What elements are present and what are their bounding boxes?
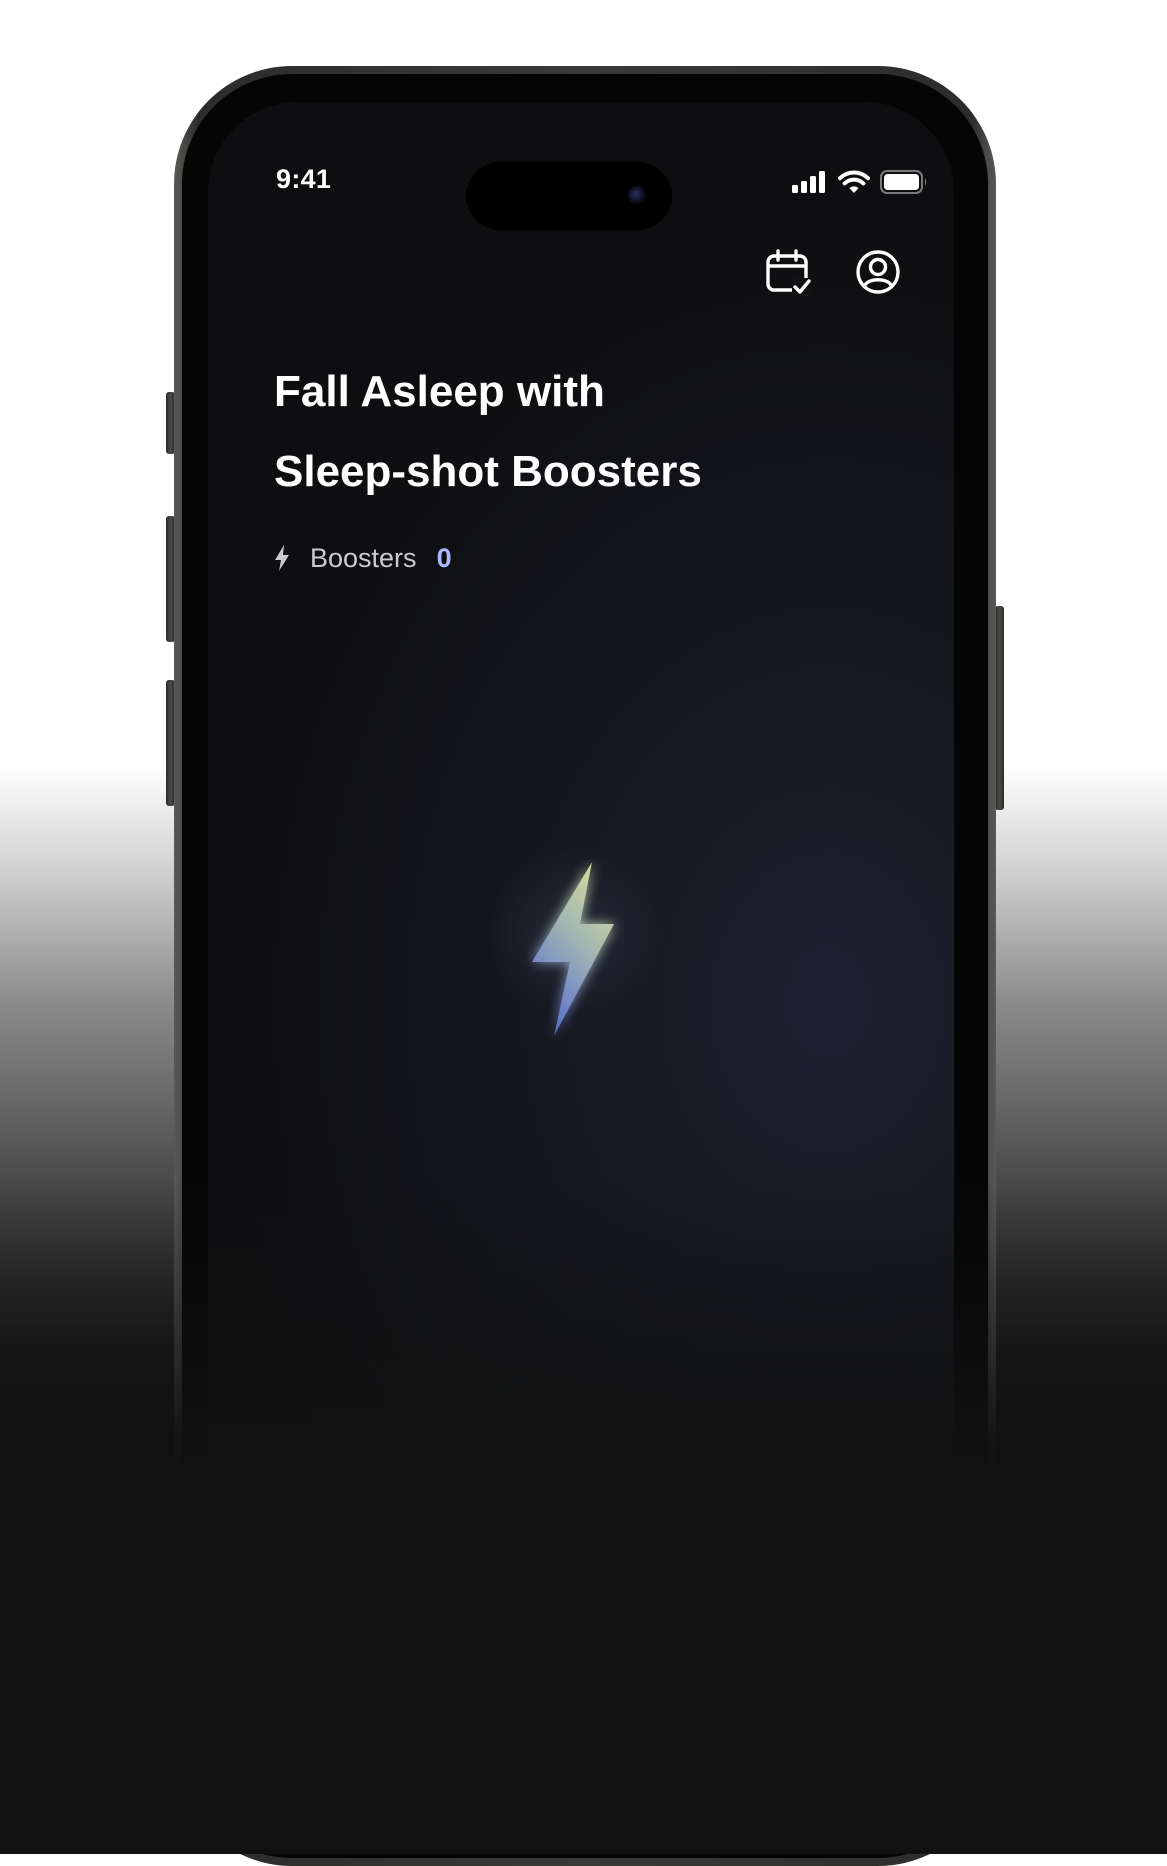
boosters-count: 0 <box>436 542 452 573</box>
user-circle-icon[interactable] <box>854 248 902 296</box>
status-icons <box>792 170 928 194</box>
dynamic-island <box>466 162 672 230</box>
power-button <box>995 606 1004 810</box>
page-title: Fall Asleep with Sleep-shot Boosters <box>274 352 702 512</box>
calendar-check-icon[interactable] <box>764 248 812 296</box>
small-bolt-icon <box>275 545 289 571</box>
boosters-counter: Boosters 0 <box>274 538 452 578</box>
bottom-faded-text: 0 people sleep with you <box>434 1420 728 1451</box>
phone-frame: 9:41 Fall Asleep with Sleep-shot Booster… <box>174 66 996 1866</box>
phone-screen: 9:41 Fall Asleep with Sleep-shot Booster… <box>208 102 954 1842</box>
boosters-label: Boosters <box>310 542 417 573</box>
status-time: 9:41 <box>276 164 332 194</box>
cellular-signal-icon <box>792 171 825 193</box>
front-camera <box>628 186 646 204</box>
battery-icon <box>880 170 927 194</box>
title-line-2: Sleep-shot Boosters <box>274 447 702 496</box>
wifi-icon <box>838 170 870 193</box>
lightning-bolt-icon[interactable] <box>498 860 648 1040</box>
title-line-1: Fall Asleep with <box>274 367 605 416</box>
